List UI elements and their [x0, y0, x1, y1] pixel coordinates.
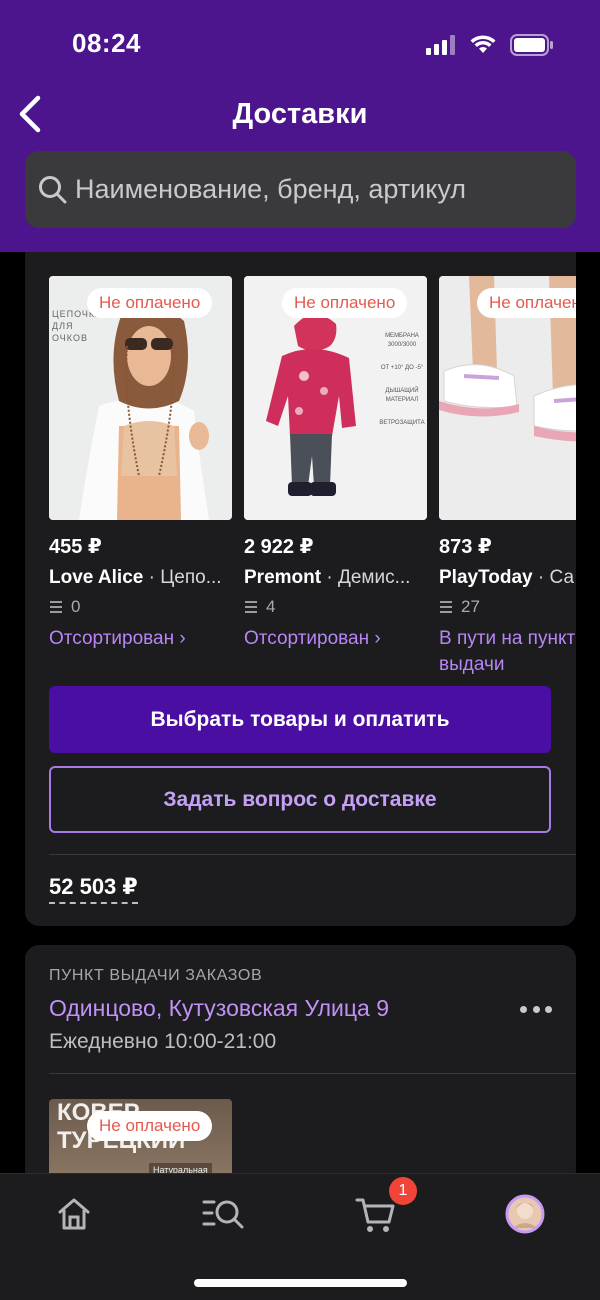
feature-text: ВЕТРОЗАЩИТА: [379, 420, 425, 426]
status-badge: Не оплачено: [87, 288, 213, 318]
list-icon: [50, 601, 62, 613]
divider: [49, 854, 576, 855]
product-card[interactable]: МЕМБРАНА 3000/3000 ОТ +10° ДО -5° ДЫШАЩИ…: [244, 276, 427, 696]
divider: [49, 1073, 576, 1074]
pickup-address[interactable]: Одинцово, Кутузовская Улица 9: [49, 995, 389, 1022]
product-image[interactable]: ЦЕПОЧКА ДЛЯ ОЧКОВ Не оплачено: [49, 276, 232, 520]
pickup-hours: Ежедневно 10:00-21:00: [49, 1030, 277, 1053]
product-price: 455 ₽: [49, 536, 102, 558]
product-image-features: МЕМБРАНА 3000/3000 ОТ +10° ДО -5° ДЫШАЩИ…: [379, 332, 425, 428]
list-icon: [245, 601, 257, 613]
product-name: Premont · Демис...: [244, 567, 427, 589]
product-desc: · Демис...: [321, 567, 411, 588]
product-price: 873 ₽: [439, 536, 492, 558]
status-icons: [426, 34, 554, 56]
product-card[interactable]: Не оплачено 873 ₽ PlayToday · Са 27 В пу…: [439, 276, 576, 696]
wifi-icon: [470, 35, 496, 53]
status-badge: Не оплачено: [87, 1111, 213, 1141]
product-qty-value: 27: [461, 597, 480, 616]
cart-icon: [355, 1198, 395, 1232]
tab-profile[interactable]: [503, 1192, 547, 1236]
status-time: 08:24: [72, 28, 141, 58]
product-brand: Premont: [244, 567, 322, 588]
pickup-label: ПУНКТ ВЫДАЧИ ЗАКАЗОВ: [49, 967, 263, 984]
catalog-search-icon: [202, 1200, 244, 1229]
product-qty-value: 0: [71, 597, 81, 616]
product-brand: Love Alice: [49, 567, 144, 588]
feature-text: МЕМБРАНА 3000/3000: [385, 333, 419, 348]
page-title: Доставки: [232, 98, 368, 130]
delivery-card: ЦЕПОЧКА ДЛЯ ОЧКОВ Не оплачено 455 ₽ Love…: [25, 252, 576, 926]
product-status-link[interactable]: В пути на пункт выдачи: [439, 626, 576, 678]
pickup-card: ПУНКТ ВЫДАЧИ ЗАКАЗОВ Одинцово, Кутузовск…: [25, 945, 576, 1185]
product-status-link[interactable]: Отсортирован ›: [244, 626, 427, 652]
signal-icon: [426, 35, 455, 55]
pay-button[interactable]: Выбрать товары и оплатить: [49, 686, 551, 753]
tab-catalog[interactable]: [202, 1192, 246, 1236]
product-name: PlayToday · Са: [439, 567, 576, 589]
more-icon[interactable]: [520, 1003, 552, 1015]
product-status-link[interactable]: Отсортирован ›: [49, 626, 232, 652]
battery-icon: [510, 34, 553, 56]
cart-count-badge: 1: [389, 1177, 417, 1205]
avatar: [505, 1194, 545, 1234]
product-image[interactable]: МЕМБРАНА 3000/3000 ОТ +10° ДО -5° ДЫШАЩИ…: [244, 276, 427, 520]
home-indicator: [194, 1279, 407, 1287]
tab-home[interactable]: [52, 1192, 96, 1236]
home-icon: [58, 1198, 90, 1230]
list-icon: [440, 601, 452, 613]
product-list: ЦЕПОЧКА ДЛЯ ОЧКОВ Не оплачено 455 ₽ Love…: [49, 276, 576, 696]
search-icon: [39, 175, 67, 203]
product-price: 2 922 ₽: [244, 536, 314, 558]
header: 08:24 Доставки: [0, 0, 600, 252]
search-input[interactable]: [75, 174, 555, 205]
status-badge: Не оплачено: [282, 288, 408, 318]
product-qty-value: 4: [266, 597, 276, 616]
feature-text: ОТ +10° ДО -5°: [380, 365, 424, 371]
product-brand: PlayToday: [439, 567, 533, 588]
product-desc: · Са: [532, 567, 575, 588]
product-image[interactable]: Не оплачено: [439, 276, 576, 520]
product-qty: 0: [49, 597, 232, 617]
ask-question-button[interactable]: Задать вопрос о доставке: [49, 766, 551, 833]
feature-text: ДЫШАЩИЙ МАТЕРИАЛ: [385, 388, 419, 403]
product-name: Love Alice · Цепо...: [49, 567, 232, 589]
product-qty: 27: [439, 597, 576, 617]
status-badge: Не оплачено: [477, 288, 576, 318]
product-qty: 4: [244, 597, 427, 617]
product-card[interactable]: ЦЕПОЧКА ДЛЯ ОЧКОВ Не оплачено 455 ₽ Love…: [49, 276, 232, 696]
delivery-total[interactable]: 52 503 ₽: [49, 874, 138, 904]
product-desc: · Цепо...: [143, 567, 222, 588]
search-bar[interactable]: [25, 151, 576, 228]
